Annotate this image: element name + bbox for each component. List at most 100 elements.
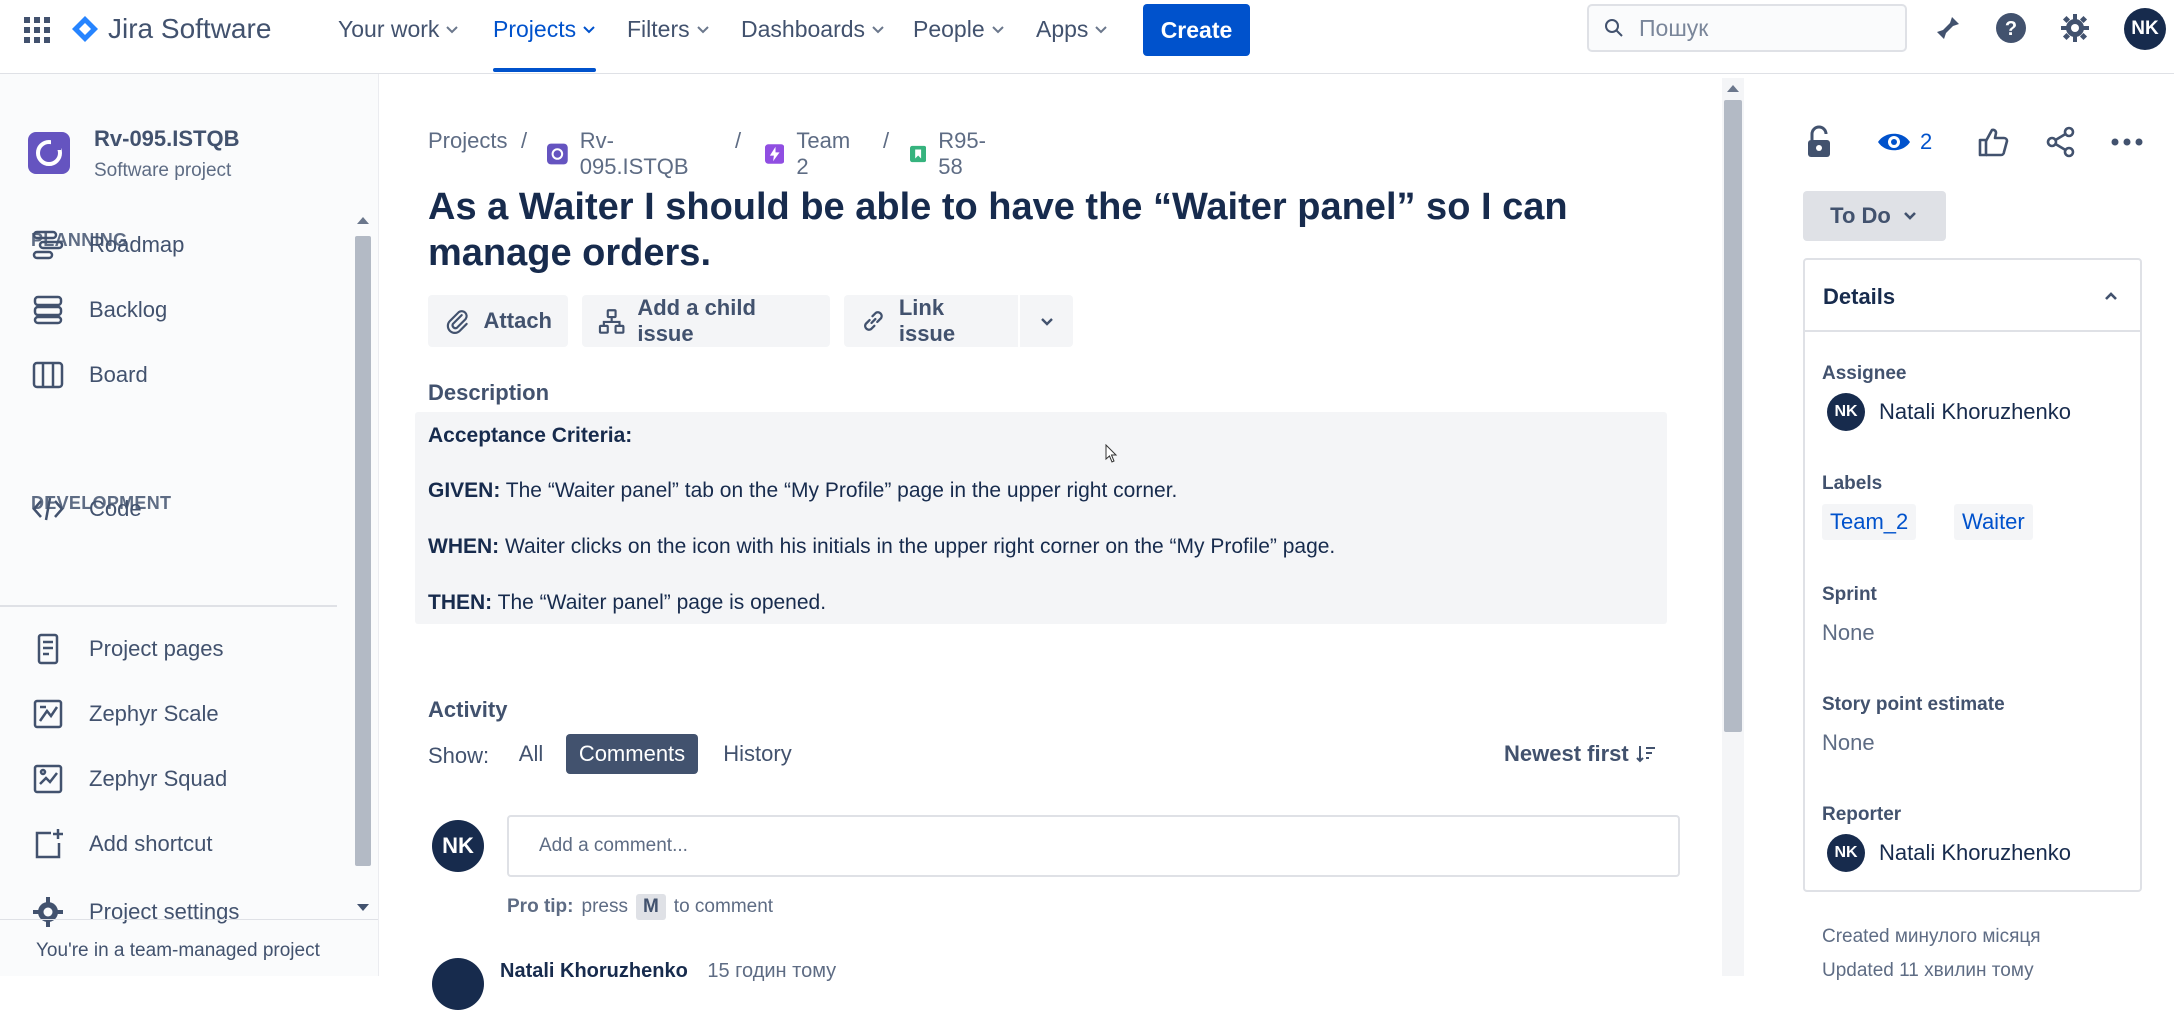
sidebar-item-project-pages[interactable]: Project pages bbox=[31, 624, 351, 674]
comment-author-avatar bbox=[432, 958, 484, 1010]
sidebar-item-add-shortcut[interactable]: Add shortcut bbox=[31, 819, 351, 869]
sidebar-item-label: Project pages bbox=[89, 636, 224, 661]
sidebar-item-zephyr-scale[interactable]: Zephyr Scale bbox=[31, 689, 351, 739]
sidebar-scrollbar[interactable] bbox=[355, 236, 371, 866]
filter-all[interactable]: All bbox=[510, 734, 552, 774]
app-name: Jira Software bbox=[108, 13, 272, 44]
story-points-value[interactable]: None bbox=[1822, 730, 1875, 756]
story-bookmark-icon bbox=[910, 145, 927, 163]
reporter-name: Natali Khoruzhenko bbox=[1879, 840, 2072, 865]
user-avatar[interactable]: NK bbox=[2124, 8, 2166, 50]
nav-apps-label: Apps bbox=[1036, 15, 1089, 42]
issue-title[interactable]: As a Waiter I should be able to have the… bbox=[428, 184, 1688, 276]
attach-button[interactable]: Attach bbox=[428, 295, 568, 347]
sidebar-item-roadmap[interactable]: Roadmap bbox=[31, 220, 351, 270]
help-icon[interactable]: ? bbox=[1991, 8, 2031, 48]
watch-button[interactable]: 2 bbox=[1876, 122, 1932, 162]
breadcrumb-projects[interactable]: Projects bbox=[428, 128, 507, 154]
create-button[interactable]: Create bbox=[1143, 4, 1250, 56]
notifications-icon[interactable] bbox=[1928, 8, 1968, 48]
description-given: GIVEN: The “Waiter panel” tab on the “My… bbox=[428, 479, 1177, 503]
nav-projects[interactable]: Projects bbox=[493, 0, 596, 58]
assignee-field[interactable]: NK Natali Khoruzhenko bbox=[1827, 393, 2071, 431]
search-icon bbox=[1605, 19, 1623, 37]
more-options-button[interactable] bbox=[2110, 122, 2144, 162]
nav-filters-label: Filters bbox=[627, 15, 690, 42]
nav-people[interactable]: People bbox=[913, 0, 1005, 58]
sidebar-divider bbox=[0, 605, 337, 607]
scroll-down-icon[interactable] bbox=[355, 902, 371, 914]
nav-dashboards[interactable]: Dashboards bbox=[741, 0, 885, 58]
breadcrumb-label: Projects bbox=[428, 128, 508, 153]
nav-filters[interactable]: Filters bbox=[627, 0, 710, 58]
add-comment-input[interactable] bbox=[507, 815, 1680, 877]
zephyr-squad-icon bbox=[33, 764, 63, 794]
paperclip-icon bbox=[446, 310, 468, 334]
sidebar-item-code[interactable]: Code bbox=[31, 484, 351, 534]
main-scrollbar-thumb[interactable] bbox=[1724, 100, 1742, 732]
share-button[interactable] bbox=[2045, 122, 2077, 162]
vote-button[interactable] bbox=[1977, 122, 2009, 162]
more-actions-dropdown[interactable] bbox=[1020, 295, 1073, 347]
search-input[interactable] bbox=[1637, 13, 1881, 43]
status-dropdown[interactable]: To Do bbox=[1803, 191, 1946, 241]
breadcrumb-epic[interactable]: Team 2 bbox=[765, 128, 855, 180]
code-icon bbox=[32, 497, 64, 521]
sidebar-item-board[interactable]: Board bbox=[31, 350, 351, 400]
sort-newest-first-button[interactable]: Newest first bbox=[1504, 734, 1657, 774]
nav-your-work-label: Your work bbox=[338, 15, 440, 42]
assignee-avatar: NK bbox=[1827, 393, 1865, 431]
app-switcher-icon[interactable] bbox=[22, 15, 52, 45]
sprint-value[interactable]: None bbox=[1822, 620, 1875, 646]
sidebar-item-label: Board bbox=[89, 362, 148, 387]
filter-comments[interactable]: Comments bbox=[566, 734, 698, 774]
breadcrumb-separator: / bbox=[735, 128, 742, 153]
comment-author[interactable]: Natali Khoruzhenko bbox=[500, 960, 688, 982]
chevron-down-icon bbox=[872, 26, 884, 34]
more-horizontal-icon bbox=[2111, 138, 2143, 146]
when-key: WHEN: bbox=[428, 535, 500, 558]
roadmap-icon bbox=[32, 230, 64, 260]
team-managed-notice[interactable]: You're in a team-managed project bbox=[36, 940, 320, 962]
protip-prefix: Pro tip: bbox=[507, 896, 574, 917]
sidebar-item-zephyr-squad[interactable]: Zephyr Squad bbox=[31, 754, 351, 804]
scroll-up-icon[interactable] bbox=[355, 214, 371, 226]
nav-your-work[interactable]: Your work bbox=[338, 0, 459, 58]
thumbs-up-icon bbox=[1978, 128, 2009, 157]
sidebar-item-project-settings[interactable]: Project settings bbox=[31, 887, 351, 937]
chevron-down-icon bbox=[1040, 318, 1053, 326]
jira-logo[interactable]: Jira Software bbox=[70, 12, 271, 46]
details-title: Details bbox=[1823, 284, 1896, 309]
scroll-up-icon[interactable] bbox=[1725, 82, 1741, 94]
sort-descending-icon bbox=[1636, 746, 1655, 763]
reporter-field[interactable]: NK Natali Khoruzhenko bbox=[1827, 834, 2071, 872]
add-shortcut-icon bbox=[35, 829, 63, 859]
link-issue-button[interactable]: Link issue bbox=[844, 295, 1018, 347]
lock-button[interactable] bbox=[1804, 122, 1834, 162]
breadcrumb-separator: / bbox=[883, 128, 890, 153]
filter-history[interactable]: History bbox=[710, 734, 805, 774]
top-navigation: Jira Software Your work Projects Filters… bbox=[0, 0, 2174, 74]
sidebar-item-label: Add shortcut bbox=[89, 831, 213, 856]
acceptance-criteria-heading: Acceptance Criteria: bbox=[428, 424, 633, 447]
settings-gear-icon[interactable] bbox=[2055, 8, 2095, 48]
board-icon bbox=[32, 361, 64, 389]
project-sidebar: Rv-095.ISTQB Software project PLANNING R… bbox=[0, 74, 379, 976]
label-tag[interactable]: Team_2 bbox=[1822, 504, 1917, 540]
label-tag[interactable]: Waiter bbox=[1954, 504, 2033, 540]
search-box[interactable] bbox=[1587, 4, 1907, 52]
chevron-up-icon[interactable] bbox=[2095, 280, 2127, 312]
project-name[interactable]: Rv-095.ISTQB bbox=[94, 126, 240, 152]
details-panel: Details bbox=[1803, 258, 2142, 892]
sidebar-item-backlog[interactable]: Backlog bbox=[31, 285, 351, 335]
project-avatar-icon bbox=[547, 143, 568, 165]
story-points-label: Story point estimate bbox=[1822, 694, 2005, 715]
chevron-down-icon bbox=[991, 26, 1004, 34]
details-header[interactable]: Details bbox=[1805, 260, 2140, 332]
nav-apps[interactable]: Apps bbox=[1036, 0, 1108, 58]
sidebar-item-label: Roadmap bbox=[89, 232, 185, 257]
add-child-issue-button[interactable]: Add a child issue bbox=[582, 295, 830, 347]
epic-lightning-icon bbox=[765, 144, 785, 164]
breadcrumb-project[interactable]: Rv-095.ISTQB bbox=[547, 128, 694, 180]
breadcrumb-issue[interactable]: R95-58 bbox=[910, 128, 992, 180]
